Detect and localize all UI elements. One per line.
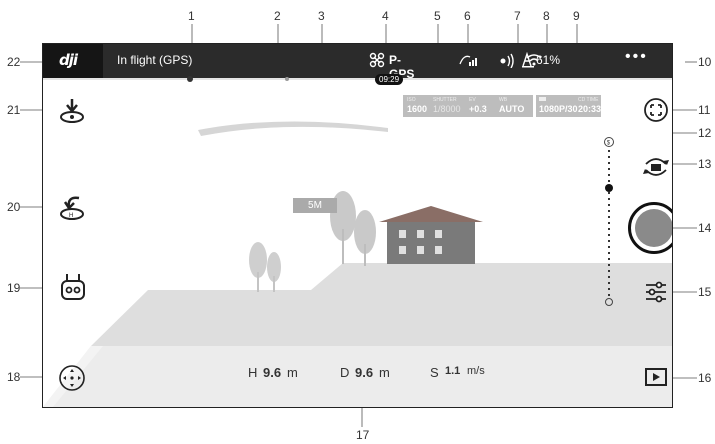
camera-parameters[interactable]: ISO 1600 SHUTTER 1/8000 EV +0.3 WB AUTO [403,95,533,117]
time-label: CD TIME [578,97,599,103]
distance-unit: m [379,365,390,380]
callout-22: 22 [7,55,21,69]
callout-13: 13 [698,157,712,171]
iso-label: ISO [407,97,416,103]
more-settings-button[interactable]: ••• [625,48,648,66]
drone-icon [369,52,385,68]
wb-value: AUTO [499,104,525,114]
ev-label: EV [469,97,476,103]
battery-percent[interactable]: 61% [536,53,560,67]
shutter-inner [635,209,672,247]
remote-signal-icon[interactable] [497,52,517,68]
speed-label: S [430,365,439,380]
battery-level-bar [43,76,672,82]
shutter-record-button[interactable] [628,202,672,254]
dji-logo[interactable]: dji [43,44,103,78]
callout-7: 7 [514,9,521,23]
callout-9: 9 [573,9,580,23]
distance-value: 9.6 [355,365,374,380]
callout-20: 20 [7,200,21,214]
logo-text: dji [59,51,78,69]
callout-15: 15 [698,285,712,299]
callout-14: 14 [698,221,712,235]
obstacle-distance: 5M [293,198,337,213]
recording-info[interactable]: 1080P/30 CD TIME 20:33 [536,95,601,117]
ev-value: +0.3 [469,104,487,114]
flight-direction-pad-icon[interactable] [58,364,86,392]
remaining-record-time: 20:33 [578,104,602,114]
height-unit: m [287,365,298,380]
speed-value: 1.1 [445,365,461,377]
aircraft-status[interactable]: In flight (GPS) [117,53,192,67]
home-marker-icon [187,76,193,82]
iso-value: 1600 [407,104,428,114]
svg-text:$: $ [607,141,611,147]
callout-18: 18 [7,370,21,384]
callout-8: 8 [543,9,550,23]
callout-2: 2 [274,9,281,23]
callout-6: 6 [464,9,471,23]
photo-video-toggle-icon[interactable] [641,154,671,180]
callout-11: 11 [698,103,711,117]
callout-12: 12 [698,126,712,140]
gps-signal-icon[interactable] [458,52,480,68]
playback-icon[interactable] [645,368,667,386]
remote-controller-icon[interactable] [60,272,86,302]
callout-17: 17 [356,428,370,442]
battery-icon [522,52,534,68]
focus-metering-toggle-icon[interactable] [643,97,669,123]
camera-settings-icon[interactable] [644,280,668,304]
distance-label: D [340,365,350,380]
callout-3: 3 [318,9,325,23]
speed-unit: m/s [467,365,485,377]
callout-10: 10 [698,55,712,69]
dji-go-camera-view: 5M dji In flight (GPS) P-GPS 61% ••• 09:… [42,43,673,408]
ev-exposure-slider[interactable]: $ [603,136,615,306]
callout-16: 16 [698,371,712,385]
aircraft-position-marker [285,77,289,81]
return-to-home-icon[interactable]: H [57,194,87,222]
shutter-label: SHUTTER [433,97,457,103]
video-resolution: 1080P/30 [539,104,578,114]
remaining-flight-time: 09:29 [375,74,404,85]
shutter-value: 1/8000 [433,104,461,114]
callout-1: 1 [188,9,195,23]
top-status-bar: dji In flight (GPS) P-GPS 61% ••• [43,44,672,81]
callout-21: 21 [7,103,21,117]
wb-label: WB [499,97,508,103]
sd-card-icon [539,97,546,101]
auto-takeoff-icon[interactable] [57,97,87,125]
height-value: 9.6 [263,365,282,380]
height-label: H [248,365,258,380]
svg-text:H: H [69,213,73,219]
callout-4: 4 [382,9,389,23]
callout-19: 19 [7,281,21,295]
callout-5: 5 [434,9,441,23]
